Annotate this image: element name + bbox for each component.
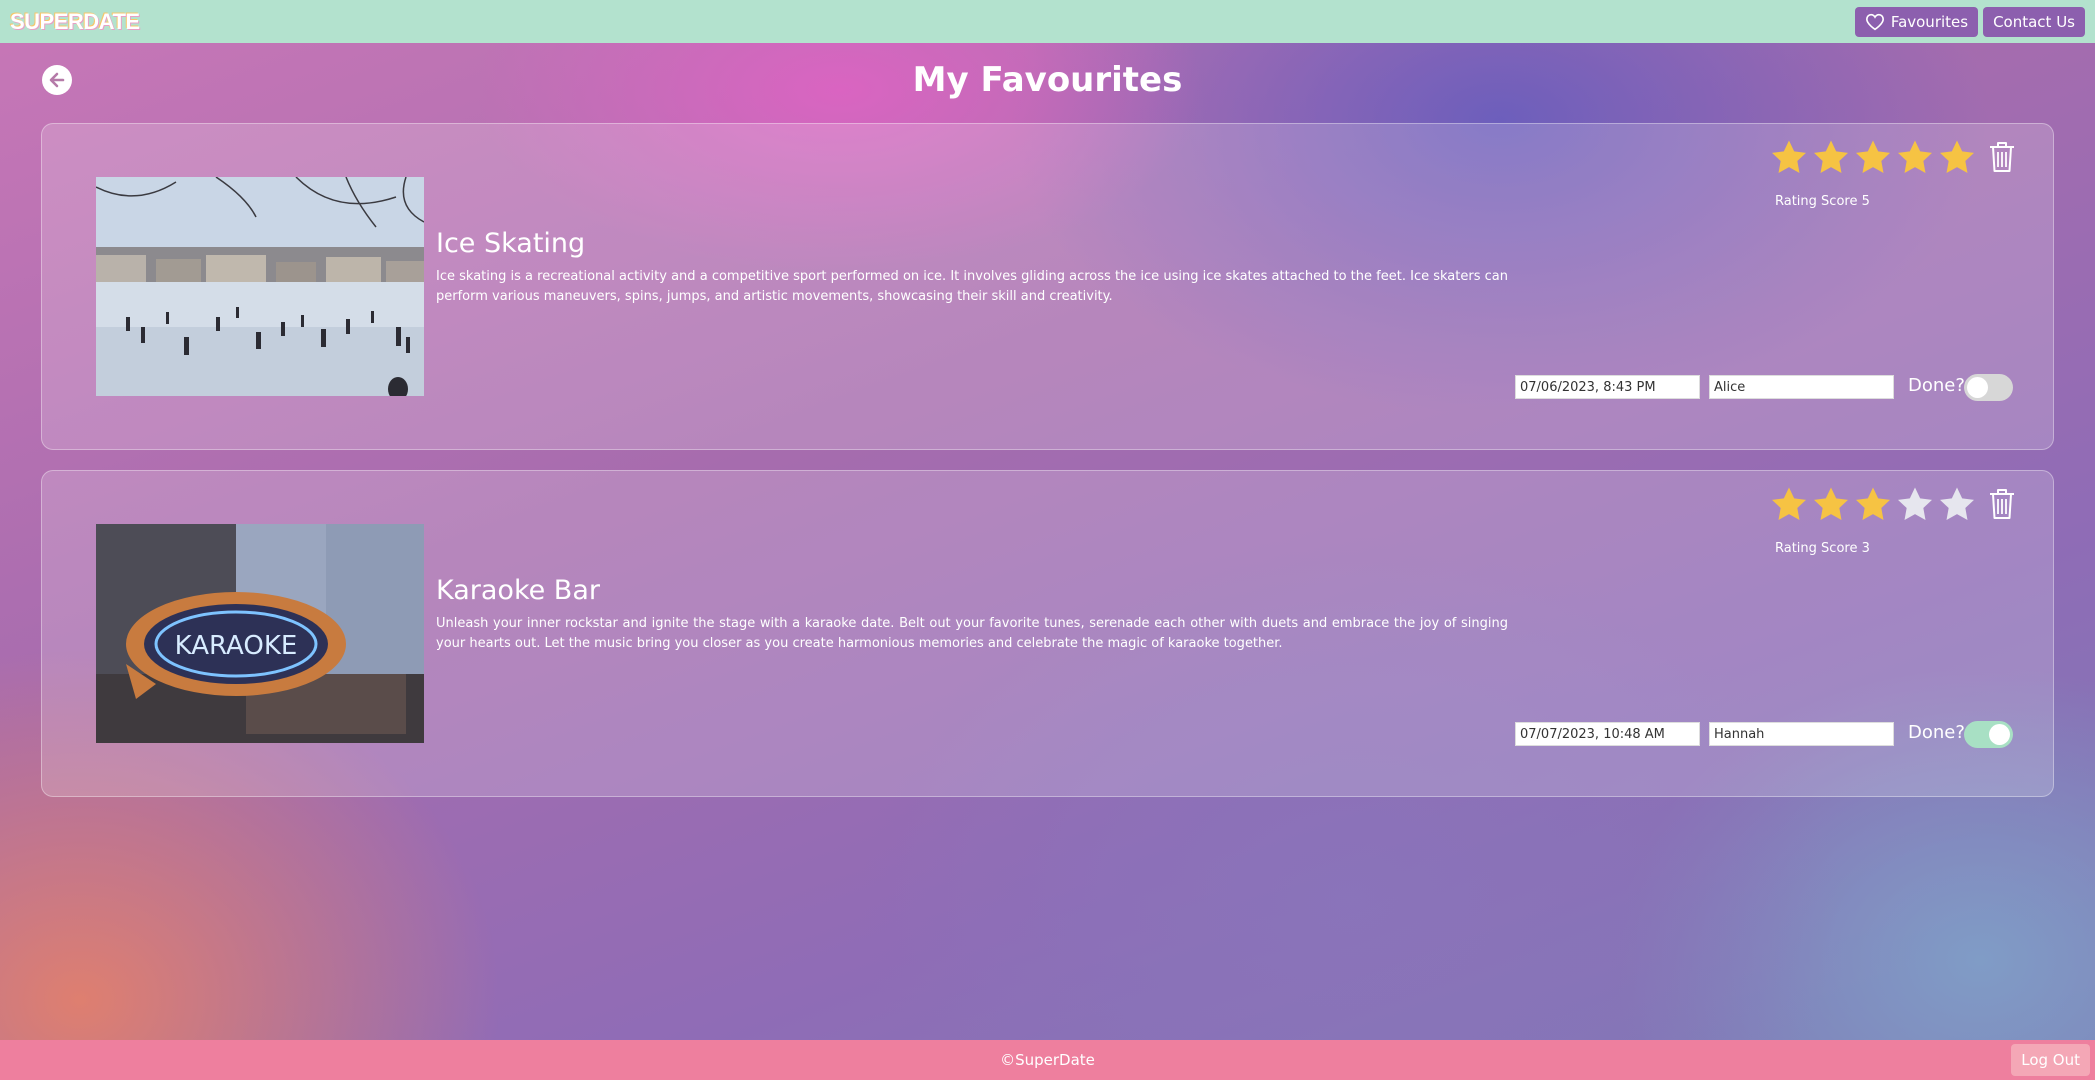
partner-input[interactable] xyxy=(1709,375,1894,399)
footer: ©SuperDate Log Out xyxy=(0,1040,2095,1080)
delete-button[interactable] xyxy=(1987,140,2017,174)
card-description: Unleash your inner rockstar and ignite t… xyxy=(436,616,1508,651)
star-icon[interactable] xyxy=(1769,485,1809,525)
page-title: My Favourites xyxy=(912,60,1183,100)
karaoke-bar-image: KARAOKE xyxy=(96,524,424,743)
delete-button[interactable] xyxy=(1987,487,2017,521)
toggle-knob xyxy=(1967,377,1988,398)
done-label: Done? xyxy=(1908,375,1965,396)
contact-us-button[interactable]: Contact Us xyxy=(1983,6,2085,37)
favourites-label: Favourites xyxy=(1890,12,1969,31)
top-navbar: SUPERDATE Favourites Contact Us xyxy=(0,0,2095,43)
card-description: Ice skating is a recreational activity a… xyxy=(436,269,1508,304)
favourite-card: KARAOKE Karaoke Bar Unleash your inner r… xyxy=(41,470,2054,797)
copyright-text: ©SuperDate xyxy=(1000,1051,1095,1069)
trash-icon xyxy=(1990,142,2014,172)
rating-score-label: Rating Score 3 xyxy=(1775,541,1870,556)
star-icon[interactable] xyxy=(1811,138,1851,178)
star-icon[interactable] xyxy=(1769,138,1809,178)
star-icon[interactable] xyxy=(1853,138,1893,178)
rating-stars xyxy=(1769,485,1977,525)
done-label: Done? xyxy=(1908,722,1965,743)
star-icon[interactable] xyxy=(1895,138,1935,178)
star-icon[interactable] xyxy=(1937,138,1977,178)
done-toggle[interactable] xyxy=(1964,374,2013,401)
heart-icon xyxy=(1865,13,1884,30)
favourite-card: Ice Skating Ice skating is a recreationa… xyxy=(41,123,2054,450)
card-title: Karaoke Bar xyxy=(436,575,600,606)
logout-button[interactable]: Log Out xyxy=(2011,1044,2090,1076)
card-title: Ice Skating xyxy=(436,228,586,259)
date-input[interactable] xyxy=(1515,722,1700,746)
rating-stars xyxy=(1769,138,1977,178)
superdate-logo[interactable]: SUPERDATE xyxy=(10,9,140,35)
star-icon[interactable] xyxy=(1937,485,1977,525)
trash-icon xyxy=(1990,489,2014,519)
star-icon[interactable] xyxy=(1895,485,1935,525)
svg-text:KARAOKE: KARAOKE xyxy=(175,631,298,661)
favourites-button[interactable]: Favourites xyxy=(1854,6,1979,37)
rating-score-label: Rating Score 5 xyxy=(1775,194,1870,209)
star-icon[interactable] xyxy=(1853,485,1893,525)
toggle-knob xyxy=(1989,724,2010,745)
done-toggle[interactable] xyxy=(1964,721,2013,748)
star-icon[interactable] xyxy=(1811,485,1851,525)
partner-input[interactable] xyxy=(1709,722,1894,746)
ice-skating-image xyxy=(96,177,424,396)
date-input[interactable] xyxy=(1515,375,1700,399)
nav-actions: Favourites Contact Us xyxy=(1854,6,2085,37)
